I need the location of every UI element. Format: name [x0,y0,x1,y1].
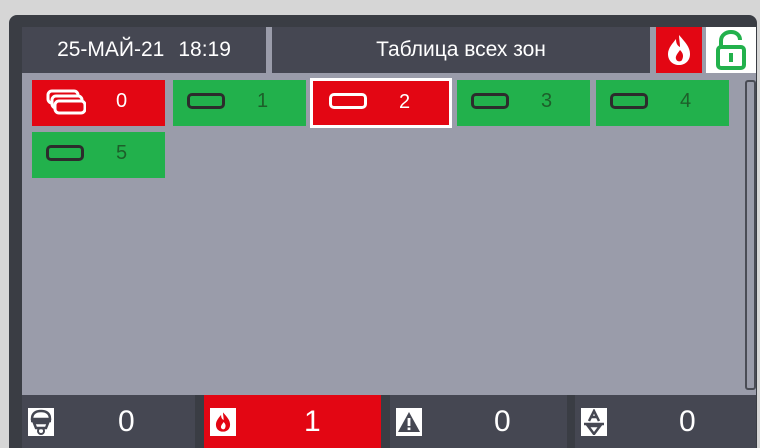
zone-number: 0 [116,90,128,112]
detector-icon [28,408,54,436]
zone-number: 5 [116,142,128,164]
zone-icon [46,145,84,161]
zone-number: 1 [257,90,269,112]
disabled-count: 0 [679,405,696,438]
zone-number: 2 [399,91,411,113]
disabled-zone-icon [581,408,607,436]
zone-number: 3 [541,90,553,112]
fault-count: 0 [494,405,511,438]
zones-scrollbar[interactable] [745,80,756,390]
zone-tile-1[interactable]: 1 [173,80,306,126]
fault-counter-button[interactable]: 0 [390,395,567,448]
zone-tile-4[interactable]: 4 [596,80,729,126]
fire-icon [668,35,690,65]
fire-icon [210,408,236,436]
unlocked-lock-icon [716,30,746,70]
detector-counter-button[interactable]: 0 [22,395,195,448]
zone-icon [610,93,648,109]
disabled-counter-button[interactable]: 0 [575,395,756,448]
zone-tile-2[interactable]: 2 [310,78,452,128]
date-text: 25-МАЙ-21 [57,38,165,61]
zone-icon [471,93,509,109]
zone-tile-0[interactable]: 0 [32,80,165,126]
zone-icon [187,93,225,109]
all-zones-stack-icon [46,89,87,120]
zone-icon [329,93,367,109]
datetime-display: 25-МАЙ-21 18:19 [22,27,266,73]
zones-grid: 0 1 2 3 4 5 [32,78,740,390]
fire-count: 1 [304,405,321,438]
zone-tile-5[interactable]: 5 [32,132,165,178]
status-footer: 0 1 0 0 [22,395,756,448]
fire-counter-button[interactable]: 1 [204,395,381,448]
fire-indicator-button[interactable] [656,27,702,73]
detector-count: 0 [118,405,135,438]
access-lock-button[interactable] [706,27,756,73]
time-text: 18:19 [178,38,231,61]
warning-triangle-icon [396,408,422,436]
page-title: Таблица всех зон [272,27,650,73]
zone-tile-3[interactable]: 3 [457,80,590,126]
zone-number: 4 [680,90,692,112]
panel-screen: 25-МАЙ-21 18:19 Таблица всех зон 0 1 2 3… [22,27,756,448]
page-title-text: Таблица всех зон [376,38,546,61]
